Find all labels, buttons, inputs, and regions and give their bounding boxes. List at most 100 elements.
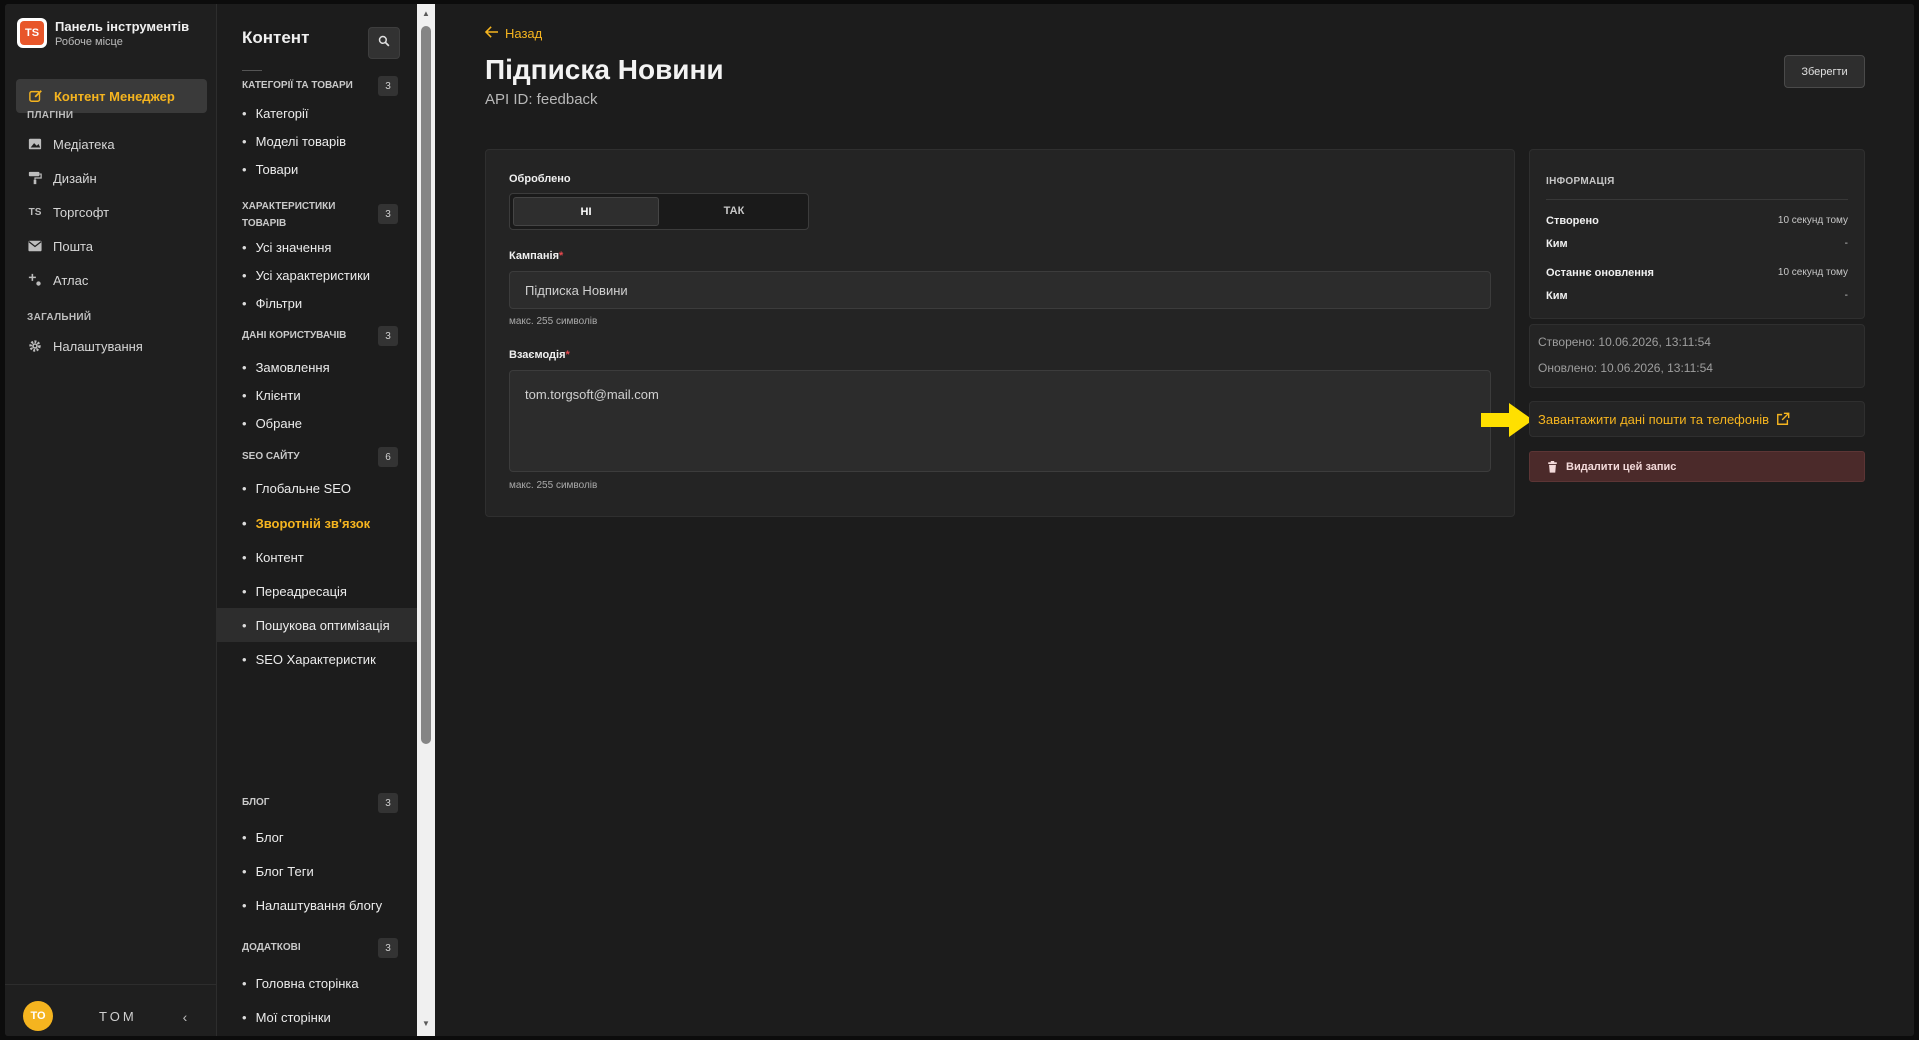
toggle-yes-option[interactable]: ТАК <box>662 197 806 224</box>
campaign-hint: макс. 255 символів <box>509 316 598 327</box>
group-title: БЛОГ <box>242 797 270 808</box>
content-item[interactable]: Блог <box>242 830 284 845</box>
processed-toggle[interactable]: НІ ТАК <box>509 193 809 230</box>
content-item[interactable]: Головна сторінка <box>242 976 359 991</box>
content-item[interactable]: Усі характеристики <box>242 268 370 283</box>
info-key: Ким <box>1546 238 1568 250</box>
divider <box>1546 199 1848 200</box>
brand[interactable]: TS Панель інструментів Робоче місце <box>17 18 189 48</box>
content-panel-scrollbar[interactable]: ▲ ▼ <box>417 4 435 1036</box>
arrow-left-icon <box>484 26 499 41</box>
updated-at: Оновлено: 10.06.2026, 13:11:54 <box>1538 361 1713 375</box>
content-item[interactable]: Глобальне SEO <box>242 481 351 496</box>
content-item[interactable]: Моделі товарів <box>242 134 346 149</box>
user-name: TOM <box>99 1009 137 1024</box>
group-count-badge: 3 <box>378 793 398 813</box>
toggle-no-option[interactable]: НІ <box>513 197 659 226</box>
content-item-active[interactable]: Зворотній зв'язок <box>242 516 371 531</box>
content-type-panel: Контент КАТЕГОРІЇ ТА ТОВАРИ 3 Категорії … <box>217 4 417 1036</box>
nav-item-torgsoft[interactable]: TS Торгсофт <box>27 204 109 220</box>
content-item[interactable]: Мої сторінки <box>242 1010 331 1025</box>
nav-item-label: Торгсофт <box>53 204 110 220</box>
page-title: Підписка Новини <box>485 54 724 85</box>
delete-entry-button[interactable]: Видалити цей запис <box>1529 451 1865 482</box>
content-item[interactable]: SEO Характеристик <box>242 652 376 667</box>
info-value: 10 секунд тому <box>1777 215 1848 226</box>
app-window: TS Панель інструментів Робоче місце Конт… <box>5 4 1914 1036</box>
content-item[interactable]: Усі значення <box>242 240 332 255</box>
divider <box>242 70 262 71</box>
info-value: - <box>1844 238 1848 249</box>
avatar[interactable]: TO <box>23 1001 53 1031</box>
info-key: Ким <box>1546 290 1568 302</box>
nav-item-label: Медіатека <box>53 136 115 152</box>
content-item[interactable]: Налаштування блогу <box>242 898 383 913</box>
nav-item-settings[interactable]: Налаштування <box>27 338 143 354</box>
interaction-hint: макс. 255 символів <box>509 480 598 491</box>
nav-section-general: ЗАГАЛЬНИЙ <box>27 312 92 323</box>
api-id: API ID: feedback <box>485 91 598 108</box>
group-count-badge: 3 <box>378 938 398 958</box>
scroll-up-arrow-icon[interactable]: ▲ <box>421 8 431 20</box>
scrollbar-thumb[interactable] <box>421 26 431 744</box>
nav-item-media[interactable]: Медіатека <box>27 136 115 152</box>
nav-item-design[interactable]: Дизайн <box>27 170 97 186</box>
interaction-field[interactable]: tom.torgsoft@mail.com <box>509 370 1491 472</box>
content-item[interactable]: Контент <box>242 550 304 565</box>
content-item[interactable]: Клієнти <box>242 388 301 403</box>
brand-title: Панель інструментів <box>55 18 190 34</box>
brand-logo-text: TS <box>20 21 44 45</box>
edit-form: Оброблено НІ ТАК Кампанія* Підписка Нови… <box>485 149 1515 517</box>
content-item[interactable]: Категорії <box>242 106 309 121</box>
scroll-down-arrow-icon[interactable]: ▼ <box>421 1018 431 1030</box>
nav-item-mail[interactable]: Пошта <box>27 238 93 254</box>
campaign-field[interactable]: Підписка Новини <box>509 271 1491 309</box>
required-mark: * <box>558 250 564 262</box>
search-icon <box>378 34 390 52</box>
content-search-button[interactable] <box>368 27 400 59</box>
content-item[interactable]: Фільтри <box>242 296 303 311</box>
nav-section-plugins: ПЛАГІНИ <box>27 110 74 121</box>
nav-item-label: Налаштування <box>53 338 143 354</box>
nav-item-atlas[interactable]: Атлас <box>27 272 88 288</box>
nav-item-content-manager[interactable]: Контент Менеджер <box>16 79 207 113</box>
edit-icon <box>28 88 44 104</box>
main-content: Назад Підписка Новини API ID: feedback З… <box>435 4 1914 1036</box>
content-item[interactable]: Замовлення <box>242 360 330 375</box>
nav-item-label: Дизайн <box>53 170 97 186</box>
delete-entry-label: Видалити цей запис <box>1566 460 1677 473</box>
collapse-sidebar-button[interactable]: ‹ <box>175 1007 195 1027</box>
back-link[interactable]: Назад <box>484 26 543 41</box>
content-item[interactable]: Товари <box>242 162 299 177</box>
brand-logo: TS <box>17 18 47 48</box>
back-link-label: Назад <box>505 26 543 41</box>
info-panel: ІНФОРМАЦІЯ Створено 10 секунд тому Ким -… <box>1529 149 1865 319</box>
group-title: SEO САЙТУ <box>242 451 300 462</box>
group-count-badge: 3 <box>378 326 398 346</box>
external-link-icon <box>1775 411 1791 427</box>
group-title: ДАНІ КОРИСТУВАЧІВ <box>242 330 347 341</box>
main-sidebar: TS Панель інструментів Робоче місце Конт… <box>5 4 217 1036</box>
content-item[interactable]: Блог Теги <box>242 864 314 879</box>
download-link-label: Завантажити дані пошти та телефонів <box>1538 411 1770 427</box>
content-item[interactable]: Пошукова оптимізація <box>242 618 390 633</box>
interaction-label: Взаємодія* <box>509 349 570 361</box>
info-key: Створено <box>1546 215 1599 227</box>
content-item[interactable]: Переадресація <box>242 584 347 599</box>
content-item[interactable]: Обране <box>242 416 302 431</box>
group-title: КАТЕГОРІЇ ТА ТОВАРИ <box>242 80 353 91</box>
save-button[interactable]: Зберегти <box>1784 55 1865 88</box>
download-contacts-link[interactable]: Завантажити дані пошти та телефонів <box>1529 401 1865 437</box>
content-panel-title: Контент <box>242 28 310 47</box>
atlas-icon <box>27 272 43 288</box>
nav-item-label: Контент Менеджер <box>54 88 175 104</box>
group-title: ХАРАКТЕРИСТИКИ ТОВАРІВ <box>242 201 336 229</box>
image-icon <box>27 136 43 152</box>
info-value: 10 секунд тому <box>1777 267 1848 278</box>
nav-item-label: Пошта <box>53 238 94 254</box>
required-mark: * <box>565 349 570 361</box>
created-at: Створено: 10.06.2026, 13:11:54 <box>1538 335 1711 349</box>
group-count-badge: 3 <box>378 204 398 224</box>
info-key: Останнє оновлення <box>1546 267 1654 279</box>
info-value: - <box>1844 290 1848 301</box>
